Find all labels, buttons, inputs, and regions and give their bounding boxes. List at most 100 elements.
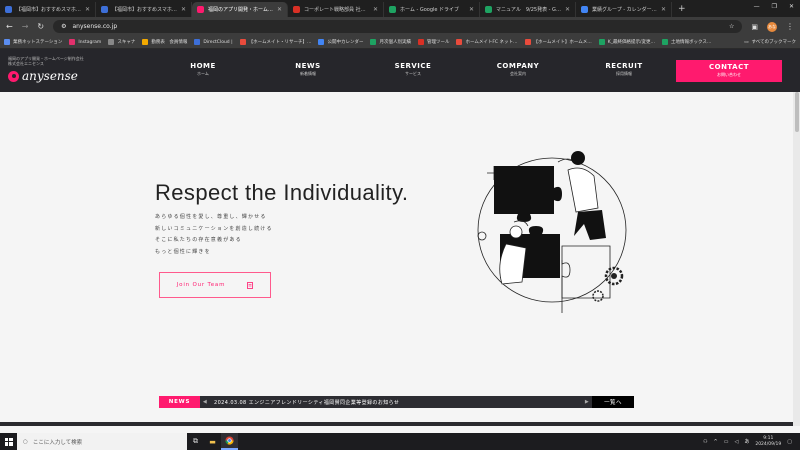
bookmark-label: DirectCloud | <box>203 39 233 45</box>
contact-button[interactable]: CONTACT お問い合わせ <box>676 60 782 82</box>
news-item-link[interactable]: 2024.03.08 エンジニアフレンドリーシティ福岡賛同企業等登録のお知らせ <box>210 399 582 406</box>
browser-tab-0[interactable]: 【福岡市】おすすめスマホアプリ開発… ✕ <box>0 2 96 17</box>
join-button-label: Join Our Team <box>176 282 226 288</box>
tray-chevron-icon[interactable]: ^ <box>714 439 718 445</box>
bookmark-favicon-icon <box>69 39 76 45</box>
illus-small-circle <box>477 231 487 241</box>
nav-item-service[interactable]: SERVICE サービス <box>383 62 443 77</box>
file-explorer-icon[interactable]: ▬ <box>204 433 221 450</box>
hero-headline: Respect the Individuality. <box>155 180 409 205</box>
minimize-icon[interactable]: — <box>754 3 760 10</box>
reload-icon[interactable]: ↻ <box>37 22 44 31</box>
bookmark-label: 月次個人別実績 <box>379 40 411 45</box>
nav-item-home[interactable]: HOME ホーム <box>173 62 233 77</box>
back-icon[interactable]: ← <box>6 22 13 31</box>
nav-item-news[interactable]: NEWS 新着情報 <box>278 62 338 77</box>
page-scrollbar-thumb[interactable] <box>795 92 799 132</box>
bookmark-item[interactable]: 土地情報ボックス… <box>661 39 711 45</box>
close-window-icon[interactable]: ✕ <box>789 3 794 10</box>
bookmark-item[interactable]: 月次個人別実績 <box>370 39 411 45</box>
task-view-icon[interactable]: ⧉ <box>187 433 204 450</box>
forward-icon[interactable]: → <box>22 22 29 31</box>
tab-close-icon[interactable]: ✕ <box>661 6 666 13</box>
browser-tab-label: 【福岡市】おすすめスマホアプリ開発… <box>112 7 177 13</box>
section-divider <box>0 422 793 426</box>
notifications-icon[interactable]: ▢ <box>787 439 792 445</box>
nav-sublabel: 採用情報 <box>616 71 632 76</box>
url-text[interactable]: anysense.co.jp <box>73 23 723 30</box>
browser-tab-2[interactable]: 福岡のアプリ開発・ホームページ制作… ✕ <box>192 2 288 17</box>
bookmark-label: ホームメイトFC ネット… <box>465 40 518 45</box>
tab-close-icon[interactable]: ✕ <box>373 6 378 13</box>
tab-close-icon[interactable]: ✕ <box>469 6 474 13</box>
bookmark-favicon-icon <box>142 39 149 45</box>
browser-tab-1[interactable]: 【福岡市】おすすめスマホアプリ開発… ✕ <box>96 2 192 17</box>
site-info-icon[interactable]: ⚙ <box>61 23 66 30</box>
contact-label: CONTACT <box>708 63 749 71</box>
browser-tab-label: マニュアル 9/25発表 - Google … <box>496 7 561 13</box>
taskbar-clock[interactable]: 9:11 2024/09/19 <box>755 436 781 448</box>
puzzle-people-illustration <box>477 151 627 313</box>
bookmark-item[interactable]: 勤務表 会員情報 <box>142 39 187 45</box>
ime-icon[interactable]: あ <box>744 438 749 445</box>
browser-tab-3[interactable]: コーポレート戦略部員 社内公開ビ… ✕ <box>288 2 384 17</box>
bookmark-item[interactable]: DirectCloud | <box>194 39 233 45</box>
join-our-team-button[interactable]: Join Our Team <box>159 272 271 298</box>
bookmark-item[interactable]: 公開中カレンダー <box>318 39 363 45</box>
windows-logo-icon <box>4 437 13 446</box>
bookmark-favicon-icon <box>661 39 668 45</box>
tab-close-icon[interactable]: ✕ <box>277 6 282 13</box>
extensions-icon[interactable]: ▣ <box>751 23 758 31</box>
nav-sublabel: 会社案内 <box>510 71 526 76</box>
browser-tab-label: 福岡のアプリ開発・ホームページ制作… <box>208 7 273 13</box>
all-bookmarks-label: すべてのブックマーク <box>751 40 796 45</box>
logo-caption-line2: 株式会社エニセンス <box>8 61 44 66</box>
bookmark-item[interactable]: 【ホームメイト・リサーチ】… <box>239 39 312 45</box>
news-view-all-button[interactable]: 一覧へ <box>592 396 634 408</box>
browser-tab-bar: 【福岡市】おすすめスマホアプリ開発…✕【福岡市】おすすめスマホアプリ開発…✕福岡… <box>0 0 800 17</box>
tab-close-icon[interactable]: ✕ <box>565 6 570 13</box>
bookmark-label: 【ホームメイト・リサーチ】… <box>248 40 312 45</box>
bookmark-item[interactable]: 管理ツール <box>417 39 449 45</box>
tab-close-icon[interactable]: ✕ <box>85 6 90 13</box>
chrome-taskbar-icon[interactable] <box>221 433 238 450</box>
browser-tab-4[interactable]: ホーム - Google ドライブ ✕ <box>384 2 480 17</box>
url-omnibox[interactable]: ⚙ anysense.co.jp ☆ <box>53 20 743 33</box>
bookmark-item[interactable]: 【ホームメイト】ホームメ… <box>524 39 592 45</box>
bookmark-star-icon[interactable]: ☆ <box>729 23 734 30</box>
tagline-line: そこに私たちの存在意義がある <box>155 237 242 243</box>
nav-label: RECRUIT <box>605 62 643 70</box>
bookmark-label: 【ホームメイト】ホームメ… <box>533 40 592 45</box>
people-icon[interactable]: ⚇ <box>703 439 707 445</box>
volume-icon[interactable]: ◁ <box>734 439 738 445</box>
profile-avatar[interactable]: あな <box>767 21 777 32</box>
maximize-icon[interactable]: ❐ <box>772 3 777 10</box>
page-scrollbar[interactable] <box>793 92 800 426</box>
bookmark-item[interactable]: 業務ネットステーション <box>4 39 62 45</box>
new-tab-button[interactable]: + <box>678 4 686 14</box>
bookmark-item[interactable]: Instagram <box>69 39 101 45</box>
taskbar-search[interactable]: ○ ここに入力して検索 <box>17 433 187 450</box>
menu-icon[interactable]: ⋮ <box>786 22 794 31</box>
network-icon[interactable]: ▭ <box>724 439 729 445</box>
bookmark-favicon-icon <box>318 39 325 45</box>
news-next-icon[interactable]: ▶ <box>582 399 592 405</box>
gear-large-center <box>611 273 617 279</box>
news-label: NEWS <box>159 396 200 408</box>
start-button[interactable] <box>0 433 17 450</box>
browser-tab-6[interactable]: 業績グループ - カレンダー - 2024年… ✕ <box>576 2 672 17</box>
nav-item-company[interactable]: COMPANY 会社案内 <box>488 62 548 77</box>
nav-sublabel: ホーム <box>197 71 209 76</box>
tab-close-icon[interactable]: ✕ <box>181 6 186 13</box>
bookmark-favicon-icon <box>194 39 201 45</box>
news-prev-icon[interactable]: ◀ <box>200 399 210 405</box>
bookmark-item[interactable]: ホームメイトFC ネット… <box>456 39 518 45</box>
site-logo[interactable]: anysense <box>8 69 78 83</box>
browser-tab-5[interactable]: マニュアル 9/25発表 - Google … ✕ <box>480 2 576 17</box>
bookmark-item[interactable]: K_最終価格提示/変更… <box>598 39 655 45</box>
nav-label: NEWS <box>295 62 321 70</box>
all-bookmarks-button[interactable]: ▭ すべてのブックマーク <box>744 39 796 46</box>
nav-item-recruit[interactable]: RECRUIT 採用情報 <box>594 62 654 77</box>
bookmark-item[interactable]: スキャナ <box>108 39 135 45</box>
bookmark-favicon-icon <box>524 39 531 45</box>
